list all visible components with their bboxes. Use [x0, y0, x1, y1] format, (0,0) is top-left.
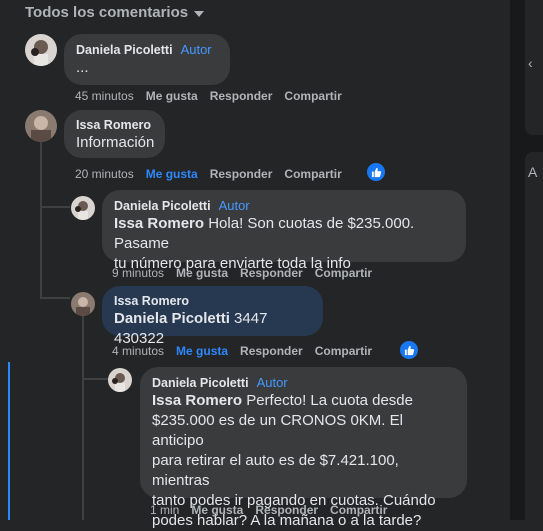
thumbs-up-icon[interactable] — [366, 162, 386, 182]
like-button[interactable]: Me gusta — [146, 89, 198, 103]
comments-sort-dropdown[interactable]: Todos los comentarios — [25, 4, 205, 21]
comment-bubble-highlighted: Issa Romero Daniela Picoletti 3447 43032… — [102, 286, 323, 347]
comment-actions: 20 minutos Me gusta Responder Compartir — [75, 167, 342, 181]
reply-button[interactable]: Responder — [210, 89, 273, 103]
author-badge: Autor — [256, 375, 288, 390]
comment-time[interactable]: 1 min — [150, 503, 179, 517]
share-button[interactable]: Compartir — [315, 266, 372, 280]
thread-line — [40, 297, 70, 299]
comment-author[interactable]: Daniela Picoletti — [76, 43, 173, 57]
active-thread-rail — [8, 362, 10, 520]
chevron-left-icon[interactable]: ‹ — [528, 55, 533, 71]
comment-bubble: Daniela Picoletti Autor ... — [64, 34, 230, 85]
avatar[interactable] — [71, 196, 95, 220]
thread-line — [82, 378, 108, 380]
share-button[interactable]: Compartir — [284, 89, 341, 103]
comment-actions: 4 minutos Me gusta Responder Compartir — [112, 344, 372, 358]
reply-button[interactable]: Responder — [240, 266, 303, 280]
comment-text: ... — [76, 59, 89, 76]
comment-bubble: Issa Romero Información — [64, 110, 165, 158]
comment-actions: 45 minutos Me gusta Responder Compartir — [75, 89, 342, 103]
mention-link[interactable]: Daniela Picoletti — [114, 310, 230, 327]
author-badge: Autor — [180, 42, 212, 57]
thread-line — [40, 142, 42, 297]
like-button[interactable]: Me gusta — [176, 266, 228, 280]
mention-link[interactable]: Issa Romero — [152, 392, 242, 409]
comment-text: Daniela Picoletti 3447 430322 — [114, 309, 311, 349]
partial-letter-icon: A — [528, 164, 538, 180]
right-card-fragment: ‹ — [525, 0, 543, 135]
avatar[interactable] — [25, 110, 57, 142]
comment-bubble: Daniela Picoletti Autor Issa Romero Hola… — [102, 190, 466, 272]
share-button[interactable]: Compartir — [284, 167, 341, 181]
like-button[interactable]: Me gusta — [191, 503, 243, 517]
caret-down-icon — [194, 10, 205, 17]
avatar[interactable] — [108, 368, 132, 392]
comment-text: Issa Romero Hola! Son cuotas de $235.000… — [114, 214, 454, 274]
sort-label: Todos los comentarios — [25, 4, 189, 21]
avatar[interactable] — [71, 292, 95, 316]
right-card-fragment: A — [525, 152, 543, 520]
share-button[interactable]: Compartir — [330, 503, 387, 517]
comment-author[interactable]: Daniela Picoletti — [114, 199, 211, 213]
reply-button[interactable]: Responder — [210, 167, 273, 181]
thread-line — [82, 316, 84, 520]
comment-text-line: Perfecto! La cuota desde — [242, 392, 413, 409]
comment-time[interactable]: 4 minutos — [112, 344, 164, 358]
comment-actions: 1 min Me gusta Responder Compartir — [150, 503, 387, 517]
author-badge: Autor — [218, 198, 250, 213]
comment-text-line: para retirar el auto es de $7.421.100, m… — [152, 452, 399, 489]
avatar[interactable] — [25, 34, 57, 66]
comment-time[interactable]: 20 minutos — [75, 167, 134, 181]
reply-button[interactable]: Responder — [240, 344, 303, 358]
comment-actions: 9 minutos Me gusta Responder Compartir — [112, 266, 372, 280]
reply-button[interactable]: Responder — [255, 503, 318, 517]
thumbs-up-icon[interactable] — [399, 340, 419, 360]
thread-line — [40, 206, 70, 208]
comment-author[interactable]: Issa Romero — [114, 294, 189, 308]
share-button[interactable]: Compartir — [315, 344, 372, 358]
like-button[interactable]: Me gusta — [146, 167, 198, 181]
comment-text: Información — [76, 134, 155, 151]
comment-text-line: $235.000 es de un CRONOS 0KM. El anticip… — [152, 412, 403, 449]
comment-time[interactable]: 45 minutos — [75, 89, 134, 103]
comment-author[interactable]: Issa Romero — [76, 118, 151, 132]
comment-time[interactable]: 9 minutos — [112, 266, 164, 280]
mention-link[interactable]: Issa Romero — [114, 215, 204, 232]
comment-author[interactable]: Daniela Picoletti — [152, 376, 249, 390]
comment-bubble: Daniela Picoletti Autor Issa Romero Perf… — [140, 367, 467, 529]
like-button[interactable]: Me gusta — [176, 344, 228, 358]
